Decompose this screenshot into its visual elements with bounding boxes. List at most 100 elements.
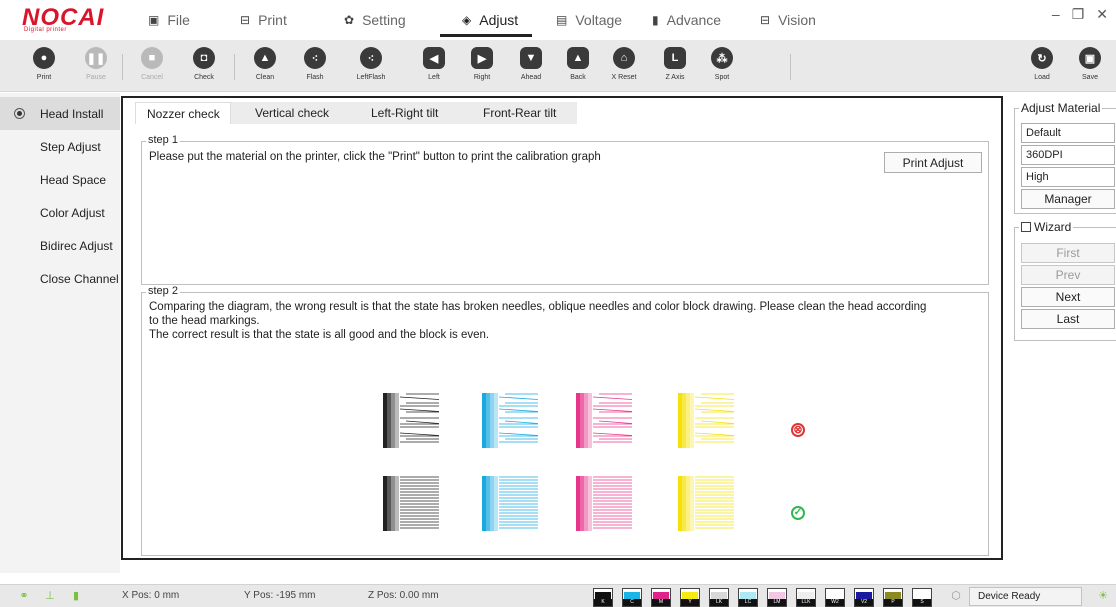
x-position: X Pos: 0 mm bbox=[122, 590, 180, 601]
sidebar-item-head-install[interactable]: Head Install bbox=[0, 97, 120, 130]
tab-left-right-tilt[interactable]: Left-Right tilt bbox=[345, 102, 461, 124]
ink-cartridge-y: Y bbox=[680, 588, 700, 607]
spot-icon: ⁂ bbox=[711, 47, 733, 69]
clean-label: Clean bbox=[255, 74, 275, 81]
app-window: NOCAI Digital printer ▣ File ⊟ Print ✿ S… bbox=[0, 0, 1116, 607]
ink-label: LC bbox=[739, 599, 757, 606]
ink-fill bbox=[769, 592, 785, 599]
load-button[interactable]: ↻ Load bbox=[1022, 44, 1062, 90]
menu-adjust[interactable]: ◈ Adjust bbox=[440, 0, 532, 40]
menu-label: Voltage bbox=[575, 12, 623, 28]
ink-fill bbox=[653, 592, 669, 599]
tab-nozzer-check[interactable]: Nozzer check bbox=[135, 102, 231, 124]
wizard-first-button[interactable]: First bbox=[1021, 243, 1115, 263]
pause-button[interactable]: ❚❚ Pause bbox=[76, 44, 116, 90]
left-button[interactable]: ◀ Left bbox=[414, 44, 454, 90]
magenta-nozzle-pattern-wrong bbox=[576, 393, 633, 448]
check-icon: ◘ bbox=[193, 47, 215, 69]
arrow-left-icon: ◀ bbox=[423, 47, 445, 69]
menu-advance[interactable]: ▮ Advance bbox=[642, 0, 750, 40]
leftflash-label: LeftFlash bbox=[356, 74, 386, 81]
tab-vertical-check[interactable]: Vertical check bbox=[231, 102, 345, 124]
menu-print[interactable]: ⊟ Print bbox=[222, 0, 332, 40]
wizard-last-button[interactable]: Last bbox=[1021, 309, 1115, 329]
spot-button[interactable]: ⁂ Spot bbox=[702, 44, 742, 90]
menu-vision[interactable]: ⊟ Vision bbox=[750, 0, 840, 40]
menu-setting[interactable]: ✿ Setting bbox=[332, 0, 440, 40]
brand-logo: NOCAI Digital printer bbox=[22, 4, 112, 36]
sidebar-item-color-adjust[interactable]: Color Adjust bbox=[0, 196, 120, 229]
flash-button[interactable]: ⁖ Flash bbox=[295, 44, 335, 90]
sidebar: Head Install Step Adjust Head Space Colo… bbox=[0, 93, 120, 573]
back-button[interactable]: ▲ Back bbox=[558, 44, 598, 90]
cyan-nozzle-pattern-wrong bbox=[482, 393, 539, 448]
file-icon: ▣ bbox=[148, 13, 160, 27]
print-icon: ● bbox=[33, 47, 55, 69]
reload-icon: ↻ bbox=[1031, 47, 1053, 69]
save-button[interactable]: ▣ Save bbox=[1070, 44, 1110, 90]
menu-label: Print bbox=[258, 12, 287, 28]
right-button[interactable]: ▶ Right bbox=[462, 44, 502, 90]
wizard-checkbox[interactable]: Wizard bbox=[1019, 220, 1074, 234]
flash-icon: ⁖ bbox=[304, 47, 326, 69]
ink-cartridge-lc: LC bbox=[738, 588, 758, 607]
x-reset-button[interactable]: ⌂ X Reset bbox=[604, 44, 644, 90]
load-label: Load bbox=[1034, 74, 1050, 81]
wizard-next-button[interactable]: Next bbox=[1021, 287, 1115, 307]
wizard-prev-button[interactable]: Prev bbox=[1021, 265, 1115, 285]
menu-file[interactable]: ▣ File bbox=[130, 0, 222, 40]
tab-bar: Nozzer check Vertical check Left-Right t… bbox=[135, 102, 577, 124]
sidebar-item-head-space[interactable]: Head Space bbox=[0, 163, 120, 196]
ink-label: S bbox=[913, 599, 931, 606]
print-button[interactable]: ● Print bbox=[24, 44, 64, 90]
quality-select[interactable]: High bbox=[1021, 167, 1115, 187]
sidebar-item-step-adjust[interactable]: Step Adjust bbox=[0, 130, 120, 163]
z-axis-button[interactable]: L Z Axis bbox=[655, 44, 695, 90]
voltage-icon: ▤ bbox=[556, 13, 568, 27]
material-select[interactable]: Default bbox=[1021, 123, 1115, 143]
tab-front-rear-tilt[interactable]: Front-Rear tilt bbox=[461, 102, 577, 124]
save-label: Save bbox=[1082, 74, 1098, 81]
cyan-nozzle-pattern-correct bbox=[482, 476, 538, 531]
cancel-button[interactable]: ■ Cancel bbox=[132, 44, 172, 90]
ink-cartridge-k: K bbox=[593, 588, 613, 607]
close-icon[interactable]: ✕ bbox=[1096, 6, 1108, 23]
ink-cartridge-c: C bbox=[622, 588, 642, 607]
magenta-nozzle-pattern-correct bbox=[576, 476, 632, 531]
ink-fill bbox=[740, 592, 756, 599]
menu-voltage[interactable]: ▤ Voltage bbox=[532, 0, 642, 40]
toolbar: ● Print ❚❚ Pause ■ Cancel ◘ Check ▲ Clea… bbox=[0, 40, 1116, 92]
toolbar-divider bbox=[790, 54, 791, 80]
ahead-button[interactable]: ▼ Ahead bbox=[511, 44, 551, 90]
step1-group: step 1 Please put the material on the pr… bbox=[141, 134, 989, 285]
z-position: Z Pos: 0.00 mm bbox=[368, 590, 439, 601]
ink-cartridge-v2: V2 bbox=[854, 588, 874, 607]
arrow-down-icon: ▼ bbox=[520, 47, 542, 69]
sidebar-item-close-channel[interactable]: Close Channel bbox=[0, 262, 120, 295]
sidebar-item-bidirec-adjust[interactable]: Bidirec Adjust bbox=[0, 229, 120, 262]
manager-button[interactable]: Manager bbox=[1021, 189, 1115, 209]
step2-instructions-line1: Comparing the diagram, the wrong result … bbox=[149, 301, 927, 313]
resolution-select[interactable]: 360DPI bbox=[1021, 145, 1115, 165]
adjust-material-title: Adjust Material bbox=[1019, 101, 1103, 115]
ink-label: K bbox=[594, 599, 612, 606]
restore-icon[interactable]: ❐ bbox=[1072, 6, 1085, 23]
minimize-icon[interactable]: – bbox=[1052, 6, 1060, 23]
ink-label: C bbox=[623, 599, 641, 606]
check-button[interactable]: ◘ Check bbox=[184, 44, 224, 90]
save-icon: ▣ bbox=[1079, 47, 1101, 69]
ink-label: Y bbox=[681, 599, 699, 606]
flash-label: Flash bbox=[306, 74, 324, 81]
clean-button[interactable]: ▲ Clean bbox=[245, 44, 285, 90]
adjust-material-group: Adjust Material Default 360DPI High Mana… bbox=[1014, 101, 1116, 214]
toolbar-divider bbox=[234, 54, 235, 80]
print-adjust-button[interactable]: Print Adjust bbox=[884, 152, 982, 173]
pause-icon: ❚❚ bbox=[85, 47, 107, 69]
main-menu: ▣ File ⊟ Print ✿ Setting ◈ Adjust ▤ Volt… bbox=[130, 0, 840, 40]
checkbox-icon bbox=[1021, 222, 1031, 232]
sensor-icon: ▮ bbox=[72, 590, 80, 602]
ink-fill bbox=[682, 592, 698, 599]
ahead-label: Ahead bbox=[520, 74, 542, 81]
menu-label: Advance bbox=[666, 12, 722, 28]
leftflash-button[interactable]: ⁖ LeftFlash bbox=[351, 44, 391, 90]
